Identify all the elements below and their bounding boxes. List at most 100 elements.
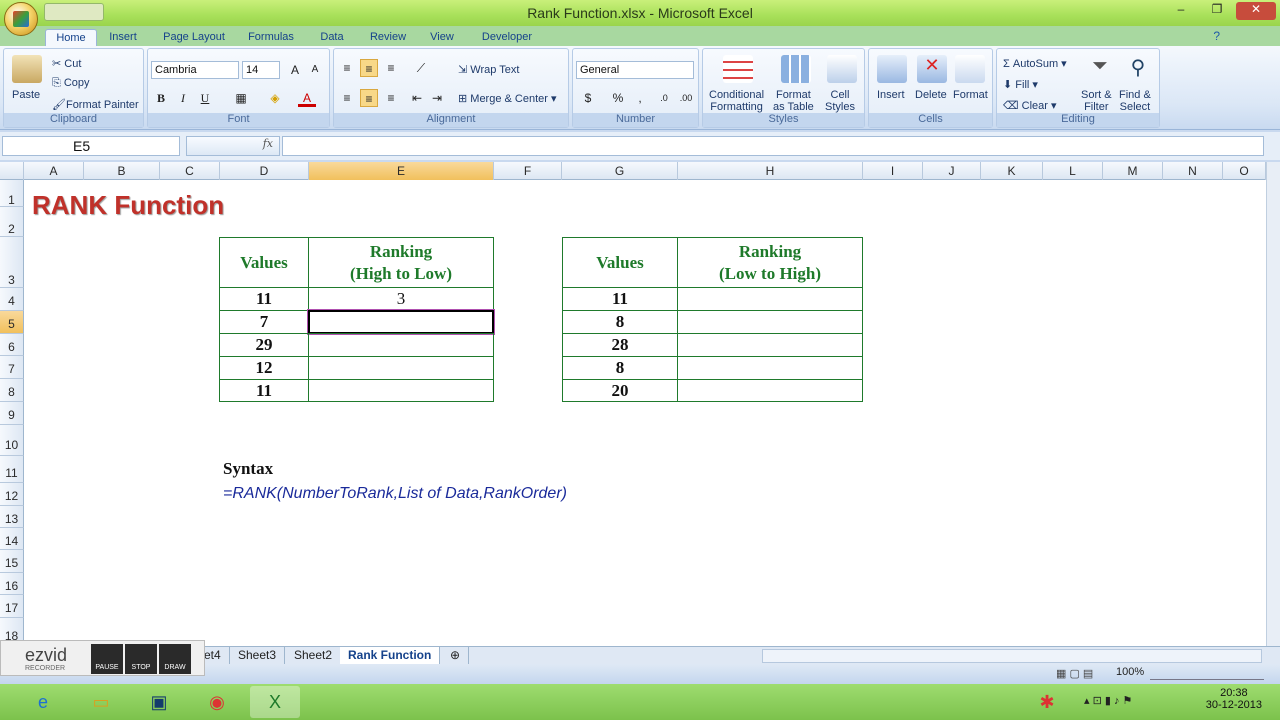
row-header[interactable]: 12 — [0, 483, 24, 506]
fill-color-icon[interactable]: ◈ — [266, 89, 284, 107]
help-icon[interactable]: ? — [1213, 29, 1220, 43]
table2-rank-cell[interactable] — [677, 310, 863, 334]
tab-page-layout[interactable]: Page Layout — [158, 29, 230, 46]
font-name-select[interactable]: Cambria — [151, 61, 239, 79]
font-size-select[interactable]: 14 — [242, 61, 280, 79]
name-box[interactable]: E5 — [2, 136, 180, 156]
row-header[interactable]: 3 — [0, 237, 24, 288]
table2-value-cell[interactable]: 11 — [562, 287, 678, 311]
table1-rank-cell[interactable] — [308, 379, 494, 402]
tab-insert[interactable]: Insert — [103, 29, 143, 46]
clear-button[interactable]: ⌫ Clear ▾ — [1003, 99, 1057, 112]
table1-value-cell[interactable]: 11 — [219, 287, 309, 311]
row-header[interactable]: 6 — [0, 334, 24, 356]
conditional-formatting-icon[interactable] — [723, 55, 753, 83]
paste-button[interactable]: Paste — [12, 89, 40, 101]
cell-styles-icon[interactable] — [827, 55, 857, 83]
row-header[interactable]: 15 — [0, 550, 24, 573]
comma-button[interactable]: , — [631, 89, 649, 107]
increase-indent-icon[interactable]: ⇥ — [428, 89, 446, 107]
binoculars-icon[interactable]: ⚲ — [1123, 55, 1153, 83]
col-header-d[interactable]: D — [220, 162, 309, 180]
row-header[interactable]: 5 — [0, 311, 24, 334]
office-button[interactable] — [4, 2, 38, 36]
excel-icon[interactable]: X — [250, 686, 300, 718]
insert-cells-icon[interactable] — [877, 55, 907, 83]
tab-view[interactable]: View — [424, 29, 460, 46]
table1-header-ranking[interactable]: Ranking (High to Low) — [308, 237, 494, 288]
table2-value-cell[interactable]: 20 — [562, 379, 678, 402]
desktop-icon[interactable]: ▣ — [134, 686, 184, 718]
table1-value-cell[interactable]: 7 — [219, 310, 309, 334]
col-header-m[interactable]: M — [1103, 162, 1163, 180]
select-all-corner[interactable] — [0, 162, 24, 180]
currency-icon[interactable]: $ — [579, 89, 597, 107]
insert-sheet-icon[interactable]: ⊕ — [442, 647, 470, 664]
orientation-icon[interactable]: ⟋ — [412, 59, 430, 77]
fill-button[interactable]: ⬇ Fill ▾ — [1003, 78, 1038, 91]
clock[interactable]: 20:38 30-12-2013 — [1206, 687, 1262, 711]
chrome-icon[interactable]: ◉ — [192, 686, 242, 718]
table2-rank-cell[interactable] — [677, 287, 863, 311]
paste-icon[interactable] — [12, 55, 42, 83]
delete-button[interactable]: Delete — [915, 89, 947, 101]
format-button[interactable]: Format — [953, 89, 988, 101]
col-header-g[interactable]: G — [562, 162, 678, 180]
col-header-e[interactable]: E — [309, 162, 494, 180]
sheet-tab[interactable]: Sheet2 — [286, 647, 342, 664]
format-as-table-button[interactable]: Format as Table — [773, 89, 814, 113]
pause-button[interactable]: PAUSE — [91, 644, 123, 674]
table1-rank-cell[interactable] — [308, 356, 494, 380]
row-header[interactable]: 9 — [0, 402, 24, 425]
row-header[interactable]: 13 — [0, 506, 24, 528]
sheet-tab[interactable]: Sheet3 — [230, 647, 286, 664]
row-header[interactable]: 11 — [0, 456, 24, 483]
tab-formulas[interactable]: Formulas — [244, 29, 298, 46]
col-header-j[interactable]: J — [923, 162, 981, 180]
formula-input[interactable] — [282, 136, 1264, 156]
col-header-l[interactable]: L — [1043, 162, 1103, 180]
explorer-icon[interactable]: ▭ — [76, 686, 126, 718]
borders-icon[interactable]: ▦ — [232, 89, 250, 107]
cell-styles-button[interactable]: Cell Styles — [825, 89, 855, 113]
tab-data[interactable]: Data — [315, 29, 349, 46]
col-header-f[interactable]: F — [494, 162, 562, 180]
insert-button[interactable]: Insert — [877, 89, 905, 101]
row-header[interactable]: 8 — [0, 379, 24, 402]
draw-button[interactable]: DRAW — [159, 644, 191, 674]
row-header[interactable]: 14 — [0, 528, 24, 550]
tab-review[interactable]: Review — [365, 29, 411, 46]
increase-decimal-icon[interactable]: .0 — [655, 89, 673, 107]
row-header[interactable]: 10 — [0, 425, 24, 456]
view-mode-icons[interactable]: ▦ ▢ ▤ — [1056, 667, 1093, 680]
row-header[interactable]: 1 — [0, 180, 24, 207]
sheet-tab-active[interactable]: Rank Function — [340, 647, 441, 664]
table2-value-cell[interactable]: 8 — [562, 310, 678, 334]
find-select-button[interactable]: Find & Select — [1119, 89, 1151, 113]
table1-rank-cell-selected[interactable] — [307, 309, 495, 335]
table2-value-cell[interactable]: 8 — [562, 356, 678, 380]
decrease-decimal-icon[interactable]: .00 — [677, 89, 695, 107]
col-header-b[interactable]: B — [84, 162, 160, 180]
copy-button[interactable]: ⎘ Copy — [52, 77, 90, 90]
insert-function-button[interactable]: fx — [186, 136, 280, 156]
number-format-select[interactable]: General — [576, 61, 694, 79]
col-header-h[interactable]: H — [678, 162, 863, 180]
tray-icons[interactable]: ▴ ⊡ ▮ ♪ ⚑ — [1084, 694, 1132, 707]
restore-icon[interactable]: ❐ — [1204, 2, 1230, 20]
vertical-scrollbar[interactable] — [1266, 162, 1280, 646]
align-top-icon[interactable]: ≡ — [338, 59, 356, 77]
table2-header-values[interactable]: Values — [562, 237, 678, 288]
table1-value-cell[interactable]: 12 — [219, 356, 309, 380]
table2-header-ranking[interactable]: Ranking (Low to High) — [677, 237, 863, 288]
tray-app-icon[interactable]: ✱ — [1022, 686, 1072, 718]
merge-center-button[interactable]: ⊞ Merge & Center ▾ — [458, 92, 557, 105]
wrap-text-button[interactable]: ⇲ Wrap Text — [458, 63, 519, 76]
format-painter-button[interactable]: 🖌Format Painter — [52, 98, 139, 111]
conditional-formatting-button[interactable]: Conditional Formatting — [709, 89, 764, 113]
sort-filter-icon[interactable]: ⏷ — [1085, 55, 1115, 83]
autosum-button[interactable]: Σ AutoSum ▾ — [1003, 57, 1067, 70]
bold-button[interactable]: B — [152, 89, 170, 107]
col-header-o[interactable]: O — [1223, 162, 1266, 180]
table1-rank-cell[interactable] — [308, 333, 494, 357]
